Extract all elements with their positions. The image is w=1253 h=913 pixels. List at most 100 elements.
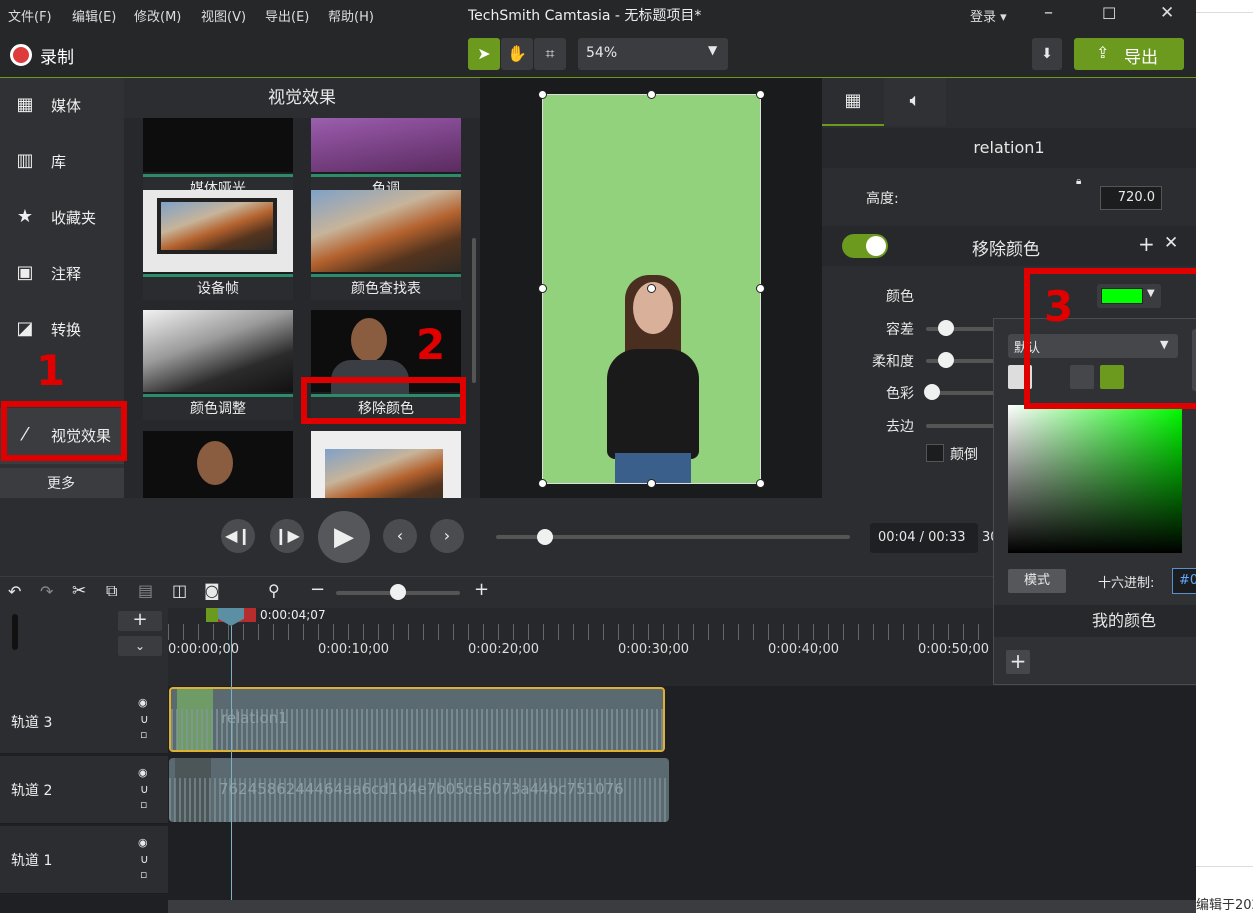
search-icon[interactable]: ⚲ xyxy=(268,581,280,600)
maximize-icon[interactable]: ☐ xyxy=(1102,4,1116,23)
sidebar-item-annotations[interactable]: ▣ 注释 xyxy=(0,246,124,302)
resize-handle[interactable] xyxy=(756,90,765,99)
effect-toggle[interactable] xyxy=(842,234,888,258)
resize-handle[interactable] xyxy=(538,90,547,99)
ruler-label: 0:00:30;00 xyxy=(618,642,690,657)
split-icon[interactable]: ◫ xyxy=(172,581,187,600)
magnet-icon[interactable]: ∪ xyxy=(140,712,149,726)
lock-icon[interactable]: ▫ xyxy=(140,798,147,811)
resize-handle[interactable] xyxy=(756,284,765,293)
login-button[interactable]: 登录 ▾ xyxy=(970,6,1007,25)
resize-handle[interactable] xyxy=(647,90,656,99)
timeline-header: + ⌄ xyxy=(0,608,168,686)
softness-knob[interactable] xyxy=(938,352,954,368)
speaker-icon[interactable]: 🔈︎ xyxy=(884,78,946,126)
annotation-number-3: 3 xyxy=(1044,282,1074,331)
track-header-1: 轨道 1 ◉ ∪ ▫ xyxy=(0,826,168,894)
magnet-icon[interactable]: ∪ xyxy=(140,852,149,866)
cut-icon[interactable]: ✂ xyxy=(72,581,86,601)
close-icon[interactable]: ✕ xyxy=(1160,3,1174,23)
timeline-zoom-knob[interactable] xyxy=(390,584,406,600)
effect-presenter[interactable] xyxy=(143,431,293,498)
hue-knob[interactable] xyxy=(924,384,940,400)
effect-device-frame[interactable]: 设备帧 xyxy=(143,190,293,300)
menu-modify[interactable]: 修改(M) xyxy=(134,6,181,25)
export-button[interactable]: ⇪ 导出 xyxy=(1074,38,1184,70)
step-forward-icon[interactable]: ❙▶ xyxy=(270,519,304,553)
lock-icon[interactable]: 🔒︎ xyxy=(1076,176,1081,187)
menu-export[interactable]: 导出(E) xyxy=(265,6,309,25)
rotate-handle[interactable] xyxy=(647,284,656,293)
zoom-out-icon[interactable]: − xyxy=(310,579,325,600)
sidebar-more-button[interactable]: 更多 xyxy=(0,468,124,498)
effect-media-matte[interactable]: 媒体哑光 xyxy=(143,118,293,200)
effect-shadow[interactable] xyxy=(311,431,461,498)
add-color-icon[interactable]: + xyxy=(1006,650,1030,674)
lock-icon[interactable]: ▫ xyxy=(140,728,147,741)
sidebar-item-library[interactable]: ▥ 库 xyxy=(0,134,124,190)
menu-file[interactable]: 文件(F) xyxy=(8,6,52,25)
invert-checkbox[interactable] xyxy=(926,444,944,462)
crop-tool-icon[interactable]: ⌗ xyxy=(534,38,566,70)
download-icon[interactable]: ⬇ xyxy=(1032,38,1062,70)
eye-icon[interactable]: ◉ xyxy=(138,766,148,779)
record-icon[interactable] xyxy=(10,44,32,66)
height-input[interactable]: 720.0 xyxy=(1100,186,1162,210)
sidebar-item-media[interactable]: ▦ 媒体 xyxy=(0,78,124,134)
redo-icon[interactable]: ↷ xyxy=(40,582,53,601)
hex-label: 十六进制: xyxy=(1098,576,1155,591)
magnet-icon[interactable]: ∪ xyxy=(140,782,149,796)
zoom-in-icon[interactable]: + xyxy=(474,579,489,600)
tolerance-knob[interactable] xyxy=(938,320,954,336)
presenter-head xyxy=(351,318,387,362)
timeline-scrollbar[interactable] xyxy=(168,900,1196,913)
add-icon[interactable]: + xyxy=(1138,232,1155,256)
softness-slider[interactable] xyxy=(926,359,996,363)
color-field[interactable] xyxy=(1008,405,1182,553)
play-icon[interactable]: ▶ xyxy=(318,511,370,563)
zoom-select[interactable]: 54% ▼ xyxy=(578,38,728,70)
eye-icon[interactable]: ◉ xyxy=(138,696,148,709)
effect-color-lut[interactable]: 颜色查找表 xyxy=(311,190,461,300)
paste-icon[interactable]: ▤ xyxy=(138,581,153,600)
effect-tint[interactable]: 色调 xyxy=(311,118,461,200)
select-tool-icon[interactable]: ➤ xyxy=(468,38,500,70)
lock-icon[interactable]: ▫ xyxy=(140,868,147,881)
menu-edit[interactable]: 编辑(E) xyxy=(72,6,116,25)
panel-scrollbar[interactable] xyxy=(472,238,476,383)
copy-icon[interactable]: ⧉ xyxy=(106,581,117,601)
tolerance-slider[interactable] xyxy=(926,327,996,331)
pan-tool-icon[interactable]: ✋ xyxy=(501,38,533,70)
close-icon[interactable]: ✕ xyxy=(1164,233,1178,253)
resize-handle[interactable] xyxy=(538,284,547,293)
menu-help[interactable]: 帮助(H) xyxy=(328,6,374,25)
add-track-button[interactable]: + xyxy=(118,611,162,631)
sidebar-item-favorites[interactable]: ★ 收藏夹 xyxy=(0,190,124,246)
sidebar-item-label: 媒体 xyxy=(51,97,82,115)
effect-color-adjustment[interactable]: 颜色调整 xyxy=(143,310,293,420)
playhead-time: 0:00:04;07 xyxy=(260,608,326,622)
chevron-down-icon[interactable]: ⌄ xyxy=(118,636,162,656)
minimize-icon[interactable]: – xyxy=(1044,2,1053,23)
undo-icon[interactable]: ↶ xyxy=(8,582,21,601)
next-icon[interactable]: › xyxy=(430,519,464,553)
track-label: 轨道 3 xyxy=(11,715,53,731)
clip-relation1[interactable]: relation1 xyxy=(169,687,665,752)
scrub-knob[interactable] xyxy=(537,529,553,545)
sidebar-item-label: 转换 xyxy=(51,321,82,339)
menu-view[interactable]: 视图(V) xyxy=(201,6,246,25)
resize-handle[interactable] xyxy=(647,479,656,488)
previous-icon[interactable]: ‹ xyxy=(383,519,417,553)
record-button[interactable]: 录制 xyxy=(40,43,74,68)
step-back-icon[interactable]: ◀❙ xyxy=(221,519,255,553)
track-height-slider[interactable] xyxy=(12,614,18,650)
eye-icon[interactable]: ◉ xyxy=(138,836,148,849)
tab-visual-properties[interactable]: ▦ xyxy=(822,78,884,126)
resize-handle[interactable] xyxy=(756,479,765,488)
camera-icon[interactable]: ◙ xyxy=(204,581,220,600)
defringe-slider[interactable] xyxy=(926,424,996,428)
sidebar-more-label: 更多 xyxy=(47,476,75,492)
clip-video[interactable]: 7624586244464aa6cd104e7b05ce5073a44bc751… xyxy=(169,758,669,822)
mode-button[interactable]: 模式 xyxy=(1008,569,1066,593)
resize-handle[interactable] xyxy=(538,479,547,488)
